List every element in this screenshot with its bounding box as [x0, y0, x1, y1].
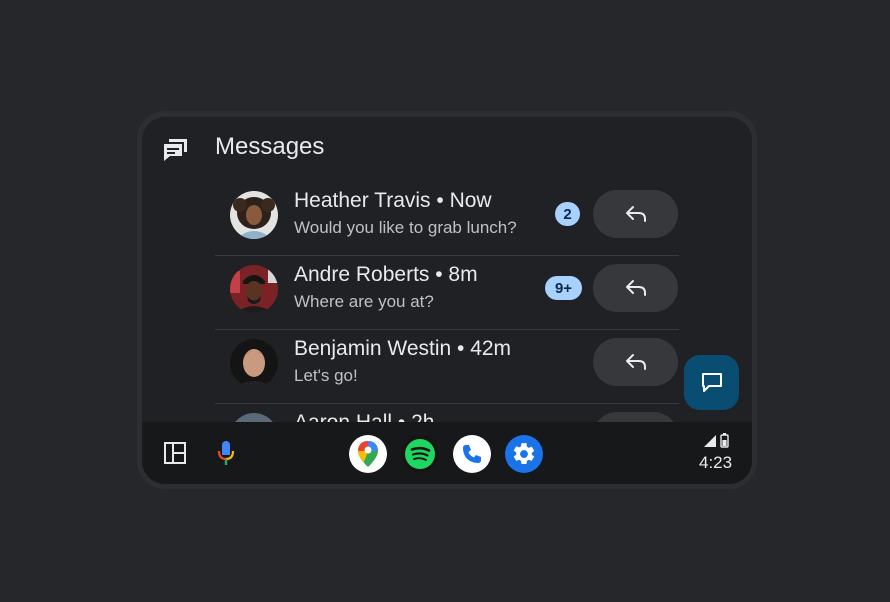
conversation-header: Heather Travis • Now — [294, 189, 492, 212]
battery-icon — [720, 433, 729, 448]
unread-badge: 2 — [555, 202, 580, 226]
reply-icon — [625, 206, 646, 222]
dashboard-icon[interactable] — [163, 441, 187, 465]
reply-button[interactable] — [593, 412, 678, 422]
phone-icon — [463, 445, 481, 463]
reply-icon — [625, 354, 646, 370]
unread-badge: 9+ — [545, 276, 582, 300]
signal-icon — [704, 435, 716, 447]
navigation-bar: 4:23 — [142, 422, 752, 484]
message-preview: Let's go! — [294, 366, 358, 385]
message-preview: Where are you at? — [294, 292, 434, 311]
phone-button[interactable] — [453, 435, 491, 473]
conversation-row[interactable]: Aaron Hall • 2h — [215, 404, 679, 422]
android-auto-head-unit: Messages Heather Travis • Now Would you … — [137, 111, 757, 489]
avatar-aaron-hall — [230, 413, 278, 422]
message-preview: Would you like to grab lunch? — [294, 218, 517, 237]
avatar-benjamin-westin — [230, 339, 278, 387]
conversation-header: Aaron Hall • 2h — [294, 411, 434, 422]
reply-button[interactable] — [593, 338, 678, 386]
screen: Messages Heather Travis • Now Would you … — [142, 117, 752, 484]
reply-button[interactable] — [593, 264, 678, 312]
spotify-icon — [405, 439, 435, 469]
spotify-button[interactable] — [401, 435, 439, 473]
google-maps-button[interactable] — [349, 435, 387, 473]
app-title: Messages — [215, 133, 325, 160]
clock: 4:23 — [699, 453, 733, 472]
conversation-header: Andre Roberts • 8m — [294, 263, 478, 286]
conversation-row[interactable]: Heather Travis • Now Would you like to g… — [215, 182, 679, 256]
avatar-andre-roberts — [230, 265, 278, 313]
status-area: 4:23 — [699, 432, 739, 476]
conversation-row[interactable]: Andre Roberts • 8m Where are you at? 9+ — [215, 256, 679, 330]
avatar-heather-travis — [230, 191, 278, 239]
settings-icon — [513, 443, 535, 464]
reply-icon — [625, 280, 646, 296]
new-message-icon — [701, 372, 722, 392]
google-maps-icon — [358, 441, 378, 467]
messages-icon — [164, 139, 187, 161]
reply-button[interactable] — [593, 190, 678, 238]
microphone-icon[interactable] — [216, 439, 236, 467]
conversation-list[interactable]: Heather Travis • Now Would you like to g… — [215, 182, 679, 422]
new-message-button[interactable] — [684, 355, 739, 410]
conversation-header: Benjamin Westin • 42m — [294, 337, 512, 360]
settings-button[interactable] — [505, 435, 543, 473]
messages-app: Messages Heather Travis • Now Would you … — [142, 117, 752, 422]
conversation-row[interactable]: Benjamin Westin • 42m Let's go! — [215, 330, 679, 404]
